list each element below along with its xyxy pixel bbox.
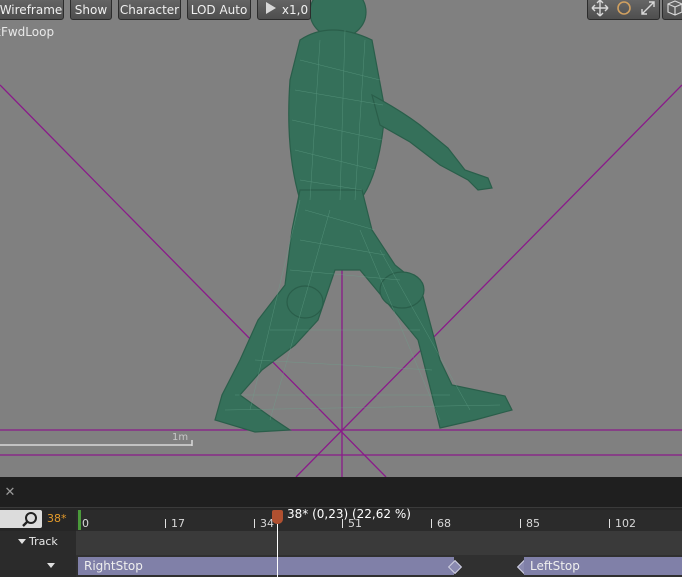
current-frame-counter: 38* (47, 512, 67, 525)
viewport-scene (0, 0, 682, 477)
notify-track-lane[interactable]: RightStop LeftStop (76, 555, 682, 577)
ruler-tick-label: 0 (82, 517, 89, 530)
playhead-readout: 38* (0,23) (22,62 %) (287, 507, 411, 521)
character-menu-button[interactable]: Character (118, 0, 181, 20)
playrate-label: x1,0 (281, 3, 309, 17)
ruler-tick-label: 85 (526, 517, 540, 530)
ruler-tick-label: 17 (171, 517, 185, 530)
animation-asset-name: kFwdLoop (0, 25, 55, 39)
timeline-panel: ✕ 38* 0 17 34 51 68 85 102 Track RightSt… (0, 477, 682, 577)
ruler-tick (165, 519, 166, 528)
ruler-tick (609, 519, 610, 528)
start-frame-marker (78, 510, 81, 530)
playhead-line (277, 517, 278, 577)
notify-label: RightStop (84, 559, 143, 573)
rotate-icon[interactable] (615, 0, 633, 17)
lod-menu-button[interactable]: LOD Auto (187, 0, 251, 20)
show-menu-button[interactable]: Show (70, 0, 112, 20)
track-lane[interactable] (76, 531, 682, 555)
track-list: Track (0, 531, 76, 577)
ruler-tick (431, 519, 432, 528)
ruler-tick-label: 102 (615, 517, 636, 530)
animation-viewport[interactable]: Wireframe Show Character LOD Auto x1,0 k… (0, 0, 682, 477)
notify-left-stop[interactable]: LeftStop (524, 557, 682, 575)
notify-track-dropdown-icon[interactable] (47, 563, 55, 568)
playrate-button[interactable]: x1,0 (257, 0, 311, 20)
play-icon (266, 2, 276, 14)
notify-right-stop[interactable]: RightStop (78, 557, 454, 575)
close-tab-icon[interactable]: ✕ (0, 483, 20, 503)
playhead-handle[interactable] (272, 510, 283, 524)
notify-label: LeftStop (530, 559, 580, 573)
cube-icon (667, 0, 682, 16)
ruler-tick-label: 68 (437, 517, 451, 530)
timeline-search-input[interactable] (0, 510, 42, 528)
chevron-down-icon (18, 539, 26, 544)
track-menu-button[interactable]: Track (0, 531, 68, 553)
ruler-tick (520, 519, 521, 528)
wireframe-view-button[interactable]: Wireframe (0, 0, 64, 20)
camera-mode-button[interactable] (662, 0, 682, 20)
transform-tools-group (587, 0, 660, 20)
move-icon[interactable] (591, 0, 609, 17)
search-icon (22, 512, 37, 527)
scale-label: 1m (172, 432, 189, 443)
scale-icon[interactable] (639, 0, 657, 17)
track-menu-label: Track (29, 535, 58, 548)
timeline-tab-bar: ✕ (0, 477, 682, 508)
ruler-tick (254, 519, 255, 528)
